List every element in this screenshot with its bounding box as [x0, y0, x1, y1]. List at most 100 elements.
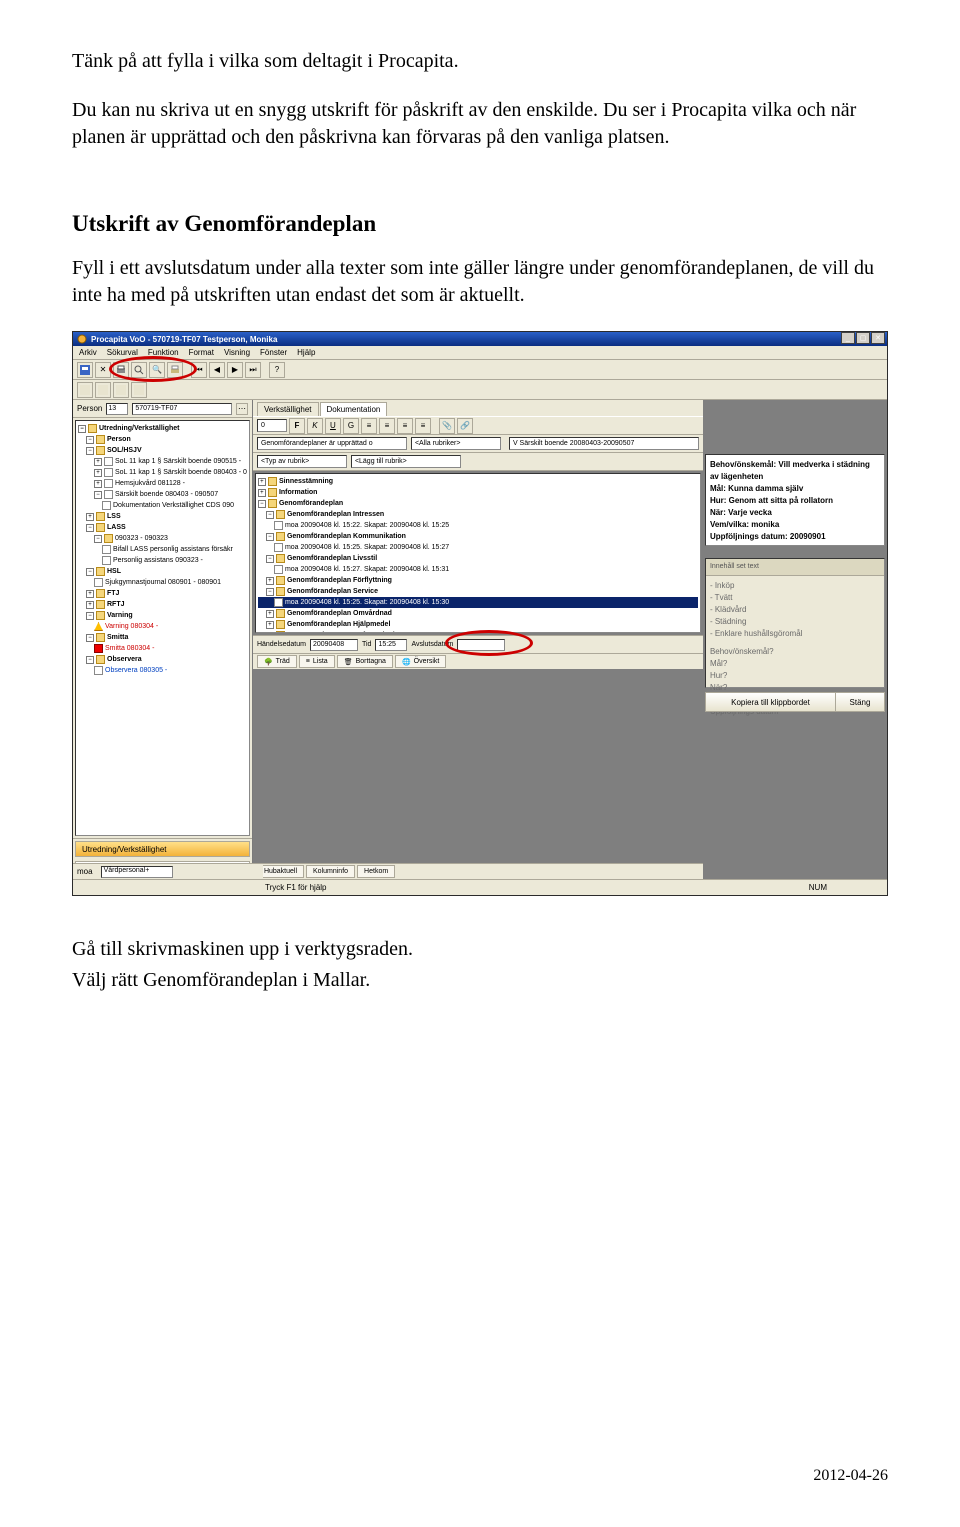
note-service-selected[interactable]: moa 20090408 kl. 15:25. Skapat: 20090408… [285, 597, 449, 608]
node-kommunikation[interactable]: Genomförandeplan Kommunikation [287, 531, 406, 542]
collapse-icon[interactable]: − [94, 491, 102, 499]
zoom-combo[interactable]: 0 [257, 419, 287, 432]
expand-icon[interactable]: + [258, 489, 266, 497]
delete-tool-icon[interactable]: ✕ [95, 362, 111, 378]
menu-funktion[interactable]: Funktion [148, 348, 179, 357]
align-left-icon[interactable]: ≡ [361, 418, 377, 434]
sec-tool-3-icon[interactable] [113, 382, 129, 398]
tree-rftj[interactable]: RFTJ [107, 599, 125, 610]
expand-icon[interactable]: + [94, 469, 102, 477]
help-tool-icon[interactable]: ? [269, 362, 285, 378]
nav-last-icon[interactable]: ⏭ [245, 362, 261, 378]
bold-icon[interactable]: F [289, 418, 305, 434]
tree-personlig[interactable]: Personlig assistans 090323 - [113, 555, 203, 566]
expand-icon[interactable]: − [86, 447, 94, 455]
node-hjalpmedel[interactable]: Genomförandeplan Hjälpmedel [287, 619, 390, 630]
expand-icon[interactable]: + [86, 513, 94, 521]
node-service[interactable]: Genomförandeplan Service [287, 586, 378, 597]
menu-hjalp[interactable]: Hjälp [297, 348, 315, 357]
left-tree[interactable]: −Utredning/Verkställighet −Person −SOL/H… [75, 420, 250, 836]
tree-sarskilt[interactable]: Särskilt boende 080403 - 090507 [115, 489, 218, 500]
tree-ftj[interactable]: FTJ [107, 588, 119, 599]
hubtab-kolumninfo[interactable]: Kolumninfo [306, 865, 355, 878]
tab-utredning[interactable]: Utredning/Verkställighet [75, 841, 250, 857]
tree-person[interactable]: Person [107, 434, 131, 445]
close-button[interactable]: ✕ [871, 332, 885, 344]
menu-visning[interactable]: Visning [224, 348, 250, 357]
viewtab-oversikt[interactable]: 🌐Översikt [395, 655, 446, 668]
tree-hsl[interactable]: HSL [107, 566, 121, 577]
collapse-icon[interactable]: − [266, 588, 274, 596]
tree-hemsjuk[interactable]: Hemsjukvård 081128 - [115, 478, 185, 489]
kopiera-button[interactable]: Kopiera till klippbordet [706, 693, 836, 711]
node-upprattande[interactable]: Upprättande av genomförandeplan [287, 630, 403, 633]
collapse-icon[interactable]: − [266, 511, 274, 519]
filter-combo-2[interactable]: <Alla rubriker> [411, 437, 501, 450]
menu-format[interactable]: Format [189, 348, 214, 357]
print-tool-icon[interactable] [113, 362, 129, 378]
viewtab-trad[interactable]: 🌳Träd [257, 655, 297, 668]
tab-verkstallighet[interactable]: Verkställighet [257, 402, 319, 416]
tree-sol11-2[interactable]: SoL 11 kap 1 § Särskilt boende 080403 - … [115, 467, 247, 478]
menu-sokurval[interactable]: Sökurval [107, 348, 138, 357]
tree-sol11-1[interactable]: SoL 11 kap 1 § Särskilt boende 090515 - [115, 456, 241, 467]
avslutsdatum-input[interactable] [457, 639, 505, 651]
expand-icon[interactable]: − [86, 436, 94, 444]
nav-next-icon[interactable]: ▶ [227, 362, 243, 378]
tree-lass-date[interactable]: 090323 - 090323 [115, 533, 168, 544]
link-icon[interactable]: 🔗 [457, 418, 473, 434]
tree-smitta-date[interactable]: Smitta 080304 - [105, 643, 154, 654]
minimize-button[interactable]: _ [841, 332, 855, 344]
tree-observera-date[interactable]: Observera 080305 - [105, 665, 167, 676]
node-intressen[interactable]: Genomförandeplan Intressen [287, 509, 384, 520]
collapse-icon[interactable]: − [266, 632, 274, 634]
node-forflyttning[interactable]: Genomförandeplan Förflyttning [287, 575, 392, 586]
tab-dokumentation[interactable]: Dokumentation [320, 402, 388, 416]
note-livsstil[interactable]: moa 20090408 kl. 15:27. Skapat: 20090408… [285, 564, 449, 575]
collapse-icon[interactable]: − [86, 656, 94, 664]
tree-observera[interactable]: Observera [107, 654, 142, 665]
expand-icon[interactable]: + [86, 601, 94, 609]
note-kommunikation[interactable]: moa 20090408 kl. 15:25. Skapat: 20090408… [285, 542, 449, 553]
collapse-icon[interactable]: − [78, 425, 86, 433]
collapse-icon[interactable]: − [266, 555, 274, 563]
viewtab-borttagna[interactable]: 🗑Borttagna [337, 655, 393, 668]
italic-icon[interactable]: K [307, 418, 323, 434]
search-tool-icon[interactable]: 🔍 [149, 362, 165, 378]
nav-first-icon[interactable]: ⏮ [191, 362, 207, 378]
note-intressen[interactable]: moa 20090408 kl. 15:22. Skapat: 20090408… [285, 520, 449, 531]
menu-arkiv[interactable]: Arkiv [79, 348, 97, 357]
expand-icon[interactable]: + [266, 621, 274, 629]
node-genomforandeplan[interactable]: Genomförandeplan [279, 498, 343, 509]
collapse-icon[interactable]: − [86, 568, 94, 576]
tree-varning-date[interactable]: Varning 080304 - [105, 621, 158, 632]
node-livsstil[interactable]: Genomförandeplan Livsstil [287, 553, 377, 564]
node-sinnesstamning[interactable]: Sinnesstämning [279, 476, 333, 487]
tree-bifall[interactable]: Bifall LASS personlig assistans försäkr [113, 544, 233, 555]
rubrik-type-combo[interactable]: <Typ av rubrik> [257, 455, 347, 468]
expand-icon[interactable]: + [86, 590, 94, 598]
sec-tool-2-icon[interactable] [95, 382, 111, 398]
menu-fonster[interactable]: Fönster [260, 348, 287, 357]
sec-tool-1-icon[interactable] [77, 382, 93, 398]
maximize-button[interactable]: ▢ [856, 332, 870, 344]
collapse-icon[interactable]: − [266, 533, 274, 541]
tree-lss[interactable]: LSS [107, 511, 121, 522]
expand-icon[interactable]: + [266, 577, 274, 585]
tree-dokverk[interactable]: Dokumentation Verkställighet CDS 090 [113, 500, 234, 511]
expand-icon[interactable]: + [258, 478, 266, 486]
tree-utredning[interactable]: Utredning/Verkställighet [99, 423, 180, 434]
mid-tree[interactable]: +Sinnesstämning +Information −Genomföran… [255, 473, 701, 633]
node-omvardnad[interactable]: Genomförandeplan Omvårdnad [287, 608, 392, 619]
role-combo[interactable]: Vårdpersonal+ [101, 866, 173, 878]
tree-smitta[interactable]: Smitta [107, 632, 128, 643]
expand-icon[interactable]: + [94, 458, 102, 466]
underline-icon[interactable]: U [325, 418, 341, 434]
collapse-icon[interactable]: − [94, 535, 102, 543]
collapse-icon[interactable]: − [86, 524, 94, 532]
strike-icon[interactable]: G [343, 418, 359, 434]
person-nr-input[interactable] [106, 403, 128, 415]
node-information[interactable]: Information [279, 487, 318, 498]
viewtab-lista[interactable]: ≡Lista [299, 655, 335, 668]
tree-varning[interactable]: Varning [107, 610, 133, 621]
